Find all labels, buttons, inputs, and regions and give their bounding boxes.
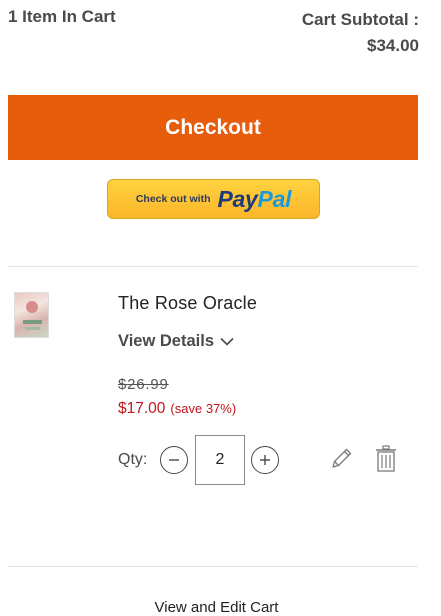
original-price: $26.99 <box>118 376 169 393</box>
increase-quantity-button[interactable] <box>251 446 279 474</box>
subtotal-amount: $34.00 <box>367 36 419 55</box>
divider <box>8 566 418 567</box>
trash-icon[interactable] <box>375 445 397 472</box>
item-count: 1 Item In Cart <box>8 7 116 26</box>
quantity-input[interactable] <box>195 435 245 485</box>
chevron-down-icon <box>220 337 234 346</box>
paypal-checkout-button[interactable]: Check out with PayPal <box>107 179 320 219</box>
cart-subtotal: Cart Subtotal : $34.00 <box>302 7 419 59</box>
savings-text: (save 37%) <box>170 401 237 416</box>
sale-price-row: $17.00 (save 37%) <box>118 400 236 418</box>
quantity-label: Qty: <box>118 451 148 468</box>
view-details-label: View Details <box>118 332 214 350</box>
product-name[interactable]: The Rose Oracle <box>118 293 257 314</box>
subtotal-label: Cart Subtotal : <box>301 10 419 29</box>
minus-icon <box>169 459 179 461</box>
divider <box>8 266 418 267</box>
pencil-icon[interactable] <box>330 446 354 470</box>
product-thumbnail[interactable] <box>14 292 49 338</box>
view-edit-cart-link[interactable]: View and Edit Cart <box>0 599 433 616</box>
decrease-quantity-button[interactable] <box>160 446 188 474</box>
paypal-logo: PayPal <box>217 185 292 212</box>
sale-price: $17.00 <box>118 400 166 417</box>
view-details-toggle[interactable]: View Details <box>118 332 234 351</box>
paypal-prefix-text: Check out with <box>135 193 211 205</box>
cart-summary: 1 Item In Cart Cart Subtotal : $34.00 <box>8 7 419 59</box>
plus-icon <box>260 455 270 465</box>
checkout-button[interactable]: Checkout <box>8 95 418 160</box>
